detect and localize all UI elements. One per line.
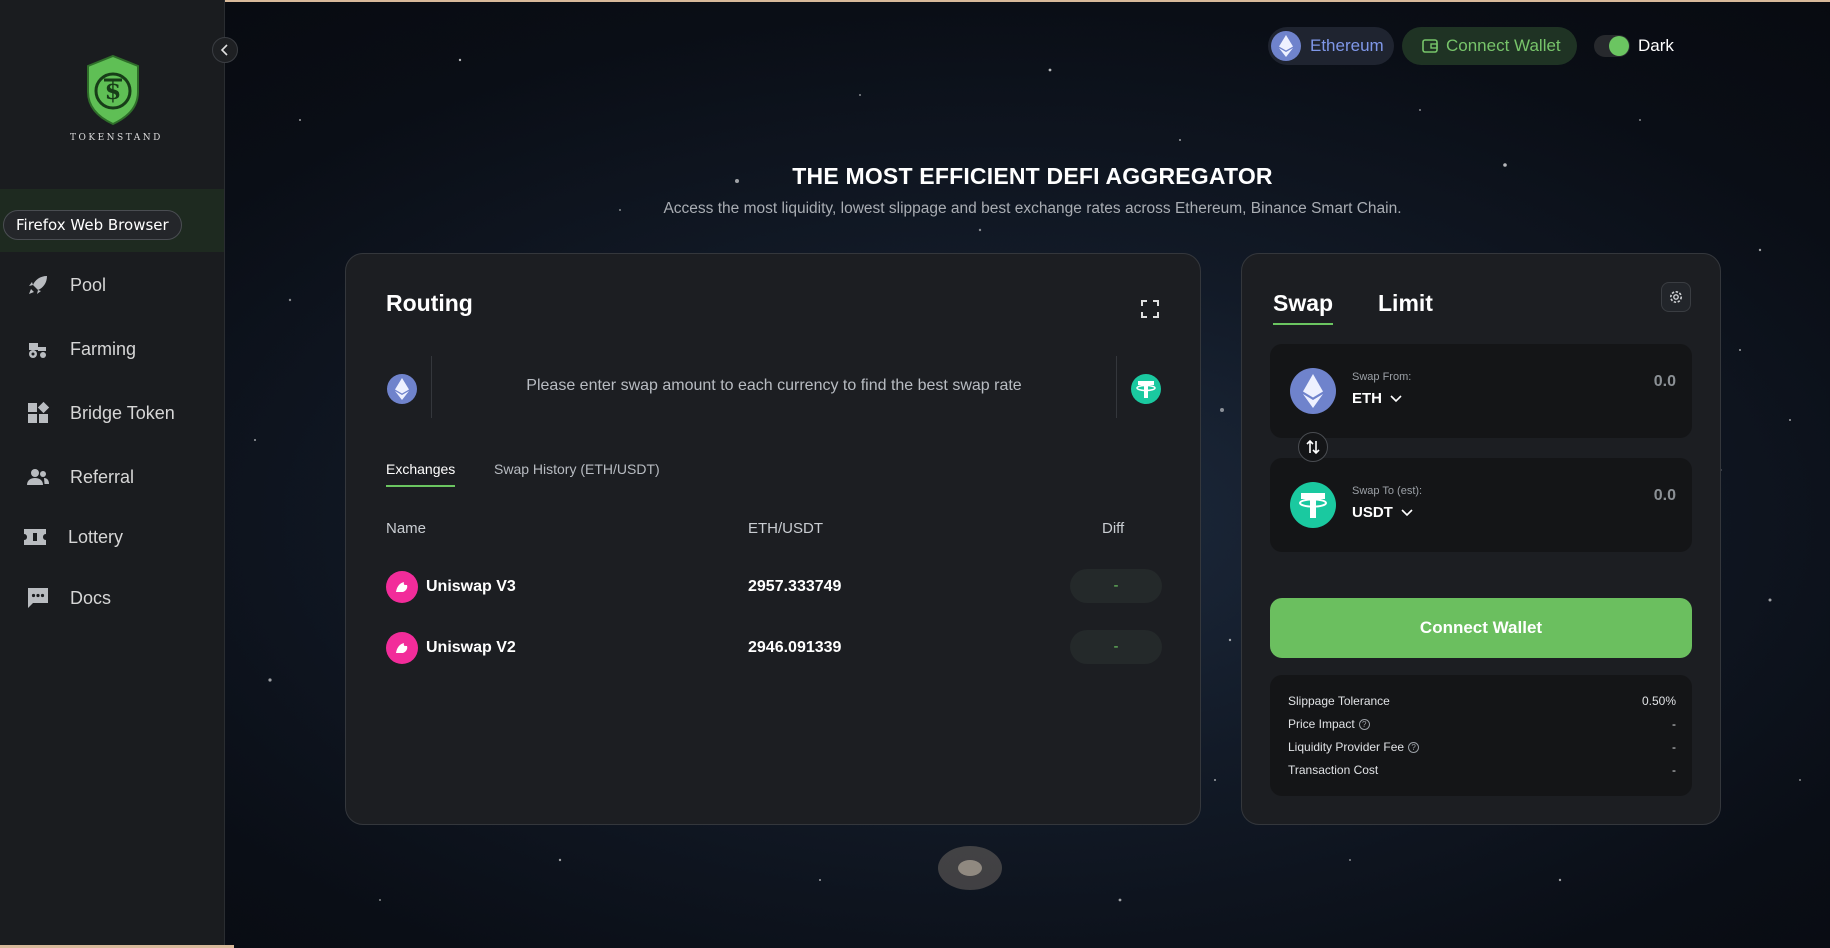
swap-direction-button[interactable] bbox=[1298, 432, 1328, 462]
help-icon[interactable]: ? bbox=[1408, 741, 1420, 753]
column-header-diff: Diff bbox=[1102, 520, 1125, 537]
detail-label: Liquidity Provider Fee? bbox=[1288, 740, 1420, 754]
sidebar-item-docs[interactable]: Docs bbox=[26, 583, 111, 613]
tab-swap-history[interactable]: Swap History (ETH/USDT) bbox=[494, 461, 660, 485]
detail-value: 0.50% bbox=[1641, 694, 1676, 708]
tab-exchanges[interactable]: Exchanges bbox=[386, 461, 456, 487]
swap-from-panel[interactable]: Swap From: ETH 0.0 bbox=[1270, 344, 1692, 438]
theme-label: Dark bbox=[1638, 36, 1674, 55]
detail-row: Liquidity Provider Fee? - bbox=[1288, 739, 1676, 755]
tab-swap[interactable]: Swap bbox=[1273, 290, 1334, 325]
diff-badge: - bbox=[1070, 630, 1162, 664]
chat-icon bbox=[28, 588, 48, 608]
sidebar-collapse-button[interactable] bbox=[212, 37, 238, 63]
diff-badge: - bbox=[1070, 569, 1162, 603]
tether-icon bbox=[1131, 374, 1161, 404]
connect-wallet-label: Connect Wallet bbox=[1446, 36, 1561, 55]
token-symbol: ETH bbox=[1352, 390, 1382, 407]
tab-limit[interactable]: Limit bbox=[1378, 290, 1433, 323]
detail-value: - bbox=[1672, 763, 1676, 777]
column-header-pair: ETH/USDT bbox=[748, 520, 823, 537]
window-top-border bbox=[0, 0, 1830, 2]
divider bbox=[1116, 356, 1117, 418]
brand-logo[interactable]: $ TOKENSTAND bbox=[70, 54, 163, 143]
route-display: Please enter swap amount to each currenc… bbox=[386, 356, 1162, 418]
tether-icon bbox=[1290, 482, 1336, 528]
detail-value: - bbox=[1672, 740, 1676, 754]
page-title: THE MOST EFFICIENT DEFI AGGREGATOR bbox=[792, 163, 1273, 189]
wallet-icon bbox=[1422, 39, 1438, 53]
sidebar-item-bridge-token[interactable]: Bridge Token bbox=[26, 398, 175, 428]
swap-from-amount-input[interactable]: 0.0 bbox=[1654, 373, 1676, 391]
detail-label: Price Impact? bbox=[1288, 717, 1370, 731]
fullscreen-icon[interactable] bbox=[1140, 299, 1160, 319]
theme-toggle[interactable]: Dark bbox=[1594, 27, 1684, 65]
connect-wallet-button[interactable]: Connect Wallet bbox=[1270, 598, 1692, 658]
exchange-price: 2957.333749 bbox=[748, 578, 842, 595]
sidebar-item-label: Bridge Token bbox=[70, 402, 175, 423]
apps-icon bbox=[28, 401, 50, 423]
token-symbol: USDT bbox=[1352, 504, 1393, 521]
chevron-down-icon bbox=[1401, 508, 1413, 516]
column-header-name: Name bbox=[386, 520, 427, 537]
network-label: Ethereum bbox=[1310, 36, 1384, 55]
ethereum-icon bbox=[387, 374, 417, 404]
network-selector[interactable]: Ethereum bbox=[1268, 27, 1394, 65]
uniswap-icon bbox=[386, 632, 418, 664]
swap-details: Slippage Tolerance 0.50% Price Impact? -… bbox=[1270, 675, 1692, 796]
detail-row: Slippage Tolerance 0.50% bbox=[1288, 693, 1676, 709]
sidebar-item-farming[interactable]: Farming bbox=[26, 334, 136, 364]
help-icon[interactable]: ? bbox=[1358, 718, 1370, 730]
detail-label: Transaction Cost bbox=[1288, 763, 1379, 777]
swap-to-amount-input[interactable]: 0.0 bbox=[1654, 487, 1676, 505]
sidebar-item-label: Farming bbox=[70, 338, 137, 359]
uniswap-icon bbox=[386, 571, 418, 603]
gear-icon bbox=[1670, 291, 1682, 303]
swap-arrows-icon bbox=[1306, 439, 1320, 455]
shield-logo-icon: $ bbox=[87, 54, 139, 126]
users-icon bbox=[27, 469, 49, 485]
exchange-price: 2946.091339 bbox=[748, 639, 842, 656]
settings-button[interactable] bbox=[1661, 282, 1691, 312]
sidebar-item-lottery[interactable]: Lottery bbox=[22, 522, 123, 552]
exchange-name: Uniswap V3 bbox=[426, 578, 516, 595]
swap-to-panel[interactable]: Swap To (est): USDT 0.0 bbox=[1270, 458, 1692, 552]
brand-name: TOKENSTAND bbox=[70, 133, 163, 143]
swap-to-label: Swap To (est): bbox=[1352, 485, 1423, 497]
ethereum-icon bbox=[1271, 31, 1301, 61]
sidebar-item-referral[interactable]: Referral bbox=[26, 462, 134, 492]
sidebar-item-label: Pool bbox=[70, 274, 107, 295]
route-message: Please enter swap amount to each currenc… bbox=[526, 377, 1022, 394]
ticket-icon bbox=[24, 529, 46, 545]
sidebar-item-label: Lottery bbox=[68, 526, 124, 547]
swap-from-token-select[interactable]: ETH bbox=[1352, 390, 1402, 407]
page-subtitle: Access the most liquidity, lowest slippa… bbox=[663, 200, 1402, 217]
chevron-down-icon bbox=[1390, 394, 1402, 402]
swap-from-label: Swap From: bbox=[1352, 371, 1412, 383]
tooltip: Firefox Web Browser bbox=[3, 210, 182, 240]
exchange-name: Uniswap V2 bbox=[426, 639, 516, 656]
routing-card: Routing Please enter swap amount to each… bbox=[345, 253, 1201, 825]
table-row[interactable]: Uniswap V2 2946.091339 - bbox=[386, 630, 1162, 666]
tractor-icon bbox=[29, 343, 46, 358]
theme-switch[interactable] bbox=[1594, 35, 1630, 57]
routing-title: Routing bbox=[386, 290, 473, 316]
swap-card: Swap Limit Swap From: ETH 0.0 Swap To (e… bbox=[1241, 253, 1721, 825]
chevron-left-icon bbox=[220, 44, 228, 56]
header-connect-wallet-button[interactable]: Connect Wallet bbox=[1402, 27, 1577, 65]
detail-label: Slippage Tolerance bbox=[1288, 694, 1390, 708]
swap-to-token-select[interactable]: USDT bbox=[1352, 504, 1413, 521]
rocket-icon bbox=[29, 276, 47, 294]
detail-value: - bbox=[1672, 717, 1676, 731]
detail-row: Transaction Cost - bbox=[1288, 762, 1676, 778]
ethereum-icon bbox=[1290, 368, 1336, 414]
table-row[interactable]: Uniswap V3 2957.333749 - bbox=[386, 569, 1162, 605]
sidebar-item-pool[interactable]: Pool bbox=[26, 270, 106, 300]
detail-row: Price Impact? - bbox=[1288, 716, 1676, 732]
sidebar-item-label: Referral bbox=[70, 466, 135, 487]
sidebar-item-label: Docs bbox=[70, 587, 112, 608]
